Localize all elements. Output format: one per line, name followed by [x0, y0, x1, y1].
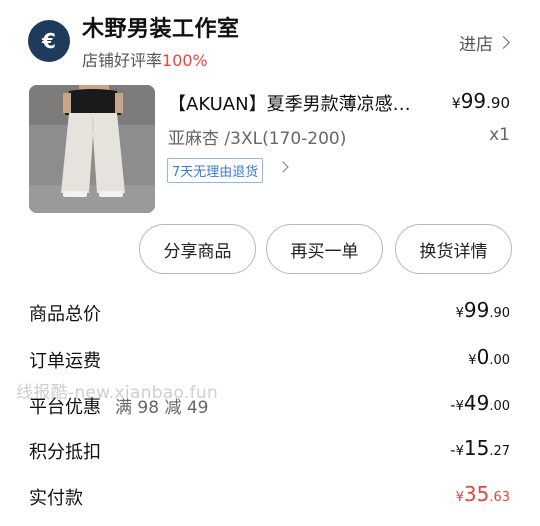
store-rating-value: 100%	[162, 51, 208, 70]
discount-rule: 满 98 减 49	[115, 398, 209, 418]
shipping-label: 订单运费	[29, 351, 101, 372]
store-rating-label: 店铺好评率	[82, 51, 163, 70]
points-deduction-label: 积分抵扣	[29, 442, 101, 463]
visit-store-label: 进店	[459, 35, 493, 55]
product-image	[29, 85, 155, 213]
chevron-right-icon	[497, 36, 510, 49]
return-policy-tag[interactable]: 7天无理由退货	[167, 158, 264, 183]
paid-amount-value: ¥35.63	[455, 482, 510, 506]
rebuy-button[interactable]: 再买一单	[266, 224, 383, 274]
total-price-value: ¥99.90	[455, 298, 510, 322]
share-product-button[interactable]: 分享商品	[139, 224, 256, 274]
product-thumbnail[interactable]	[29, 85, 155, 213]
points-deduction-value: -¥15.27	[450, 436, 510, 460]
euro-icon: €	[42, 29, 56, 53]
product-quantity: x1	[489, 125, 510, 145]
total-price-label: 商品总价	[29, 304, 101, 325]
exchange-details-button[interactable]: 换货详情	[395, 224, 512, 274]
product-title[interactable]: 【AKUAN】夏季男款薄凉感…	[168, 90, 430, 116]
store-name[interactable]: 木野男装工作室	[82, 11, 240, 43]
paid-amount-label: 实付款	[29, 488, 83, 509]
visit-store-button[interactable]: 进店	[459, 30, 510, 55]
product-price: ¥99.90	[451, 89, 510, 113]
platform-discount-label: 平台优惠满 98 减 49	[29, 397, 209, 418]
store-rating: 店铺好评率100%	[82, 47, 208, 71]
chevron-right-icon[interactable]	[277, 161, 289, 173]
store-logo[interactable]: €	[28, 20, 70, 62]
shipping-value: ¥0.00	[468, 345, 510, 369]
product-spec: 亚麻杏 /3XL(170-200)	[168, 129, 347, 149]
platform-discount-value: -¥49.00	[450, 391, 510, 415]
